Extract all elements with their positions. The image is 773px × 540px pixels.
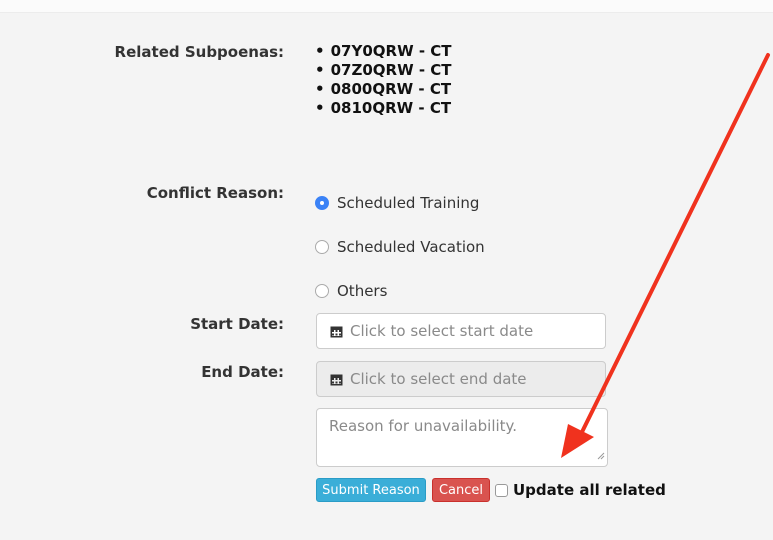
related-subpoenas-list: 07Y0QRW - CT 07Z0QRW - CT 0800QRW - CT 0… — [315, 42, 452, 118]
radio-others[interactable]: Others — [315, 282, 387, 300]
subpoena-item: 07Z0QRW - CT — [315, 61, 452, 80]
radio-label: Others — [337, 282, 388, 300]
radio-label: Scheduled Vacation — [337, 238, 485, 256]
radio-button-checked[interactable] — [315, 196, 329, 210]
start-date-label: Start Date: — [190, 315, 284, 333]
subpoena-item: 07Y0QRW - CT — [315, 42, 452, 61]
update-all-related-checkbox[interactable] — [495, 483, 508, 497]
start-date-placeholder: Click to select start date — [350, 322, 534, 340]
update-all-related-label: Update all related — [513, 481, 666, 499]
calendar-icon — [330, 325, 343, 338]
reason-placeholder: Reason for unavailability. — [329, 417, 518, 435]
radio-button[interactable] — [315, 240, 329, 254]
top-border — [0, 0, 773, 13]
radio-label: Scheduled Training — [337, 194, 480, 212]
radio-button[interactable] — [315, 284, 329, 298]
update-all-related-toggle[interactable]: Update all related — [495, 481, 666, 499]
end-date-input[interactable]: Click to select end date — [316, 361, 606, 397]
subpoena-item: 0810QRW - CT — [315, 99, 452, 118]
conflict-reason-label: Conflict Reason: — [146, 184, 284, 202]
reason-textarea[interactable]: Reason for unavailability. — [316, 408, 608, 467]
radio-scheduled-vacation[interactable]: Scheduled Vacation — [315, 238, 485, 256]
subpoena-item: 0800QRW - CT — [315, 80, 452, 99]
cancel-button[interactable]: Cancel — [432, 478, 490, 502]
resize-handle-icon[interactable] — [597, 446, 605, 464]
start-date-input[interactable]: Click to select start date — [316, 313, 606, 349]
submit-reason-button[interactable]: Submit Reason — [316, 478, 426, 502]
related-subpoenas-label: Related Subpoenas: — [114, 43, 284, 61]
calendar-icon — [330, 373, 343, 386]
radio-scheduled-training[interactable]: Scheduled Training — [315, 194, 479, 212]
end-date-placeholder: Click to select end date — [350, 370, 527, 388]
end-date-label: End Date: — [201, 363, 284, 381]
